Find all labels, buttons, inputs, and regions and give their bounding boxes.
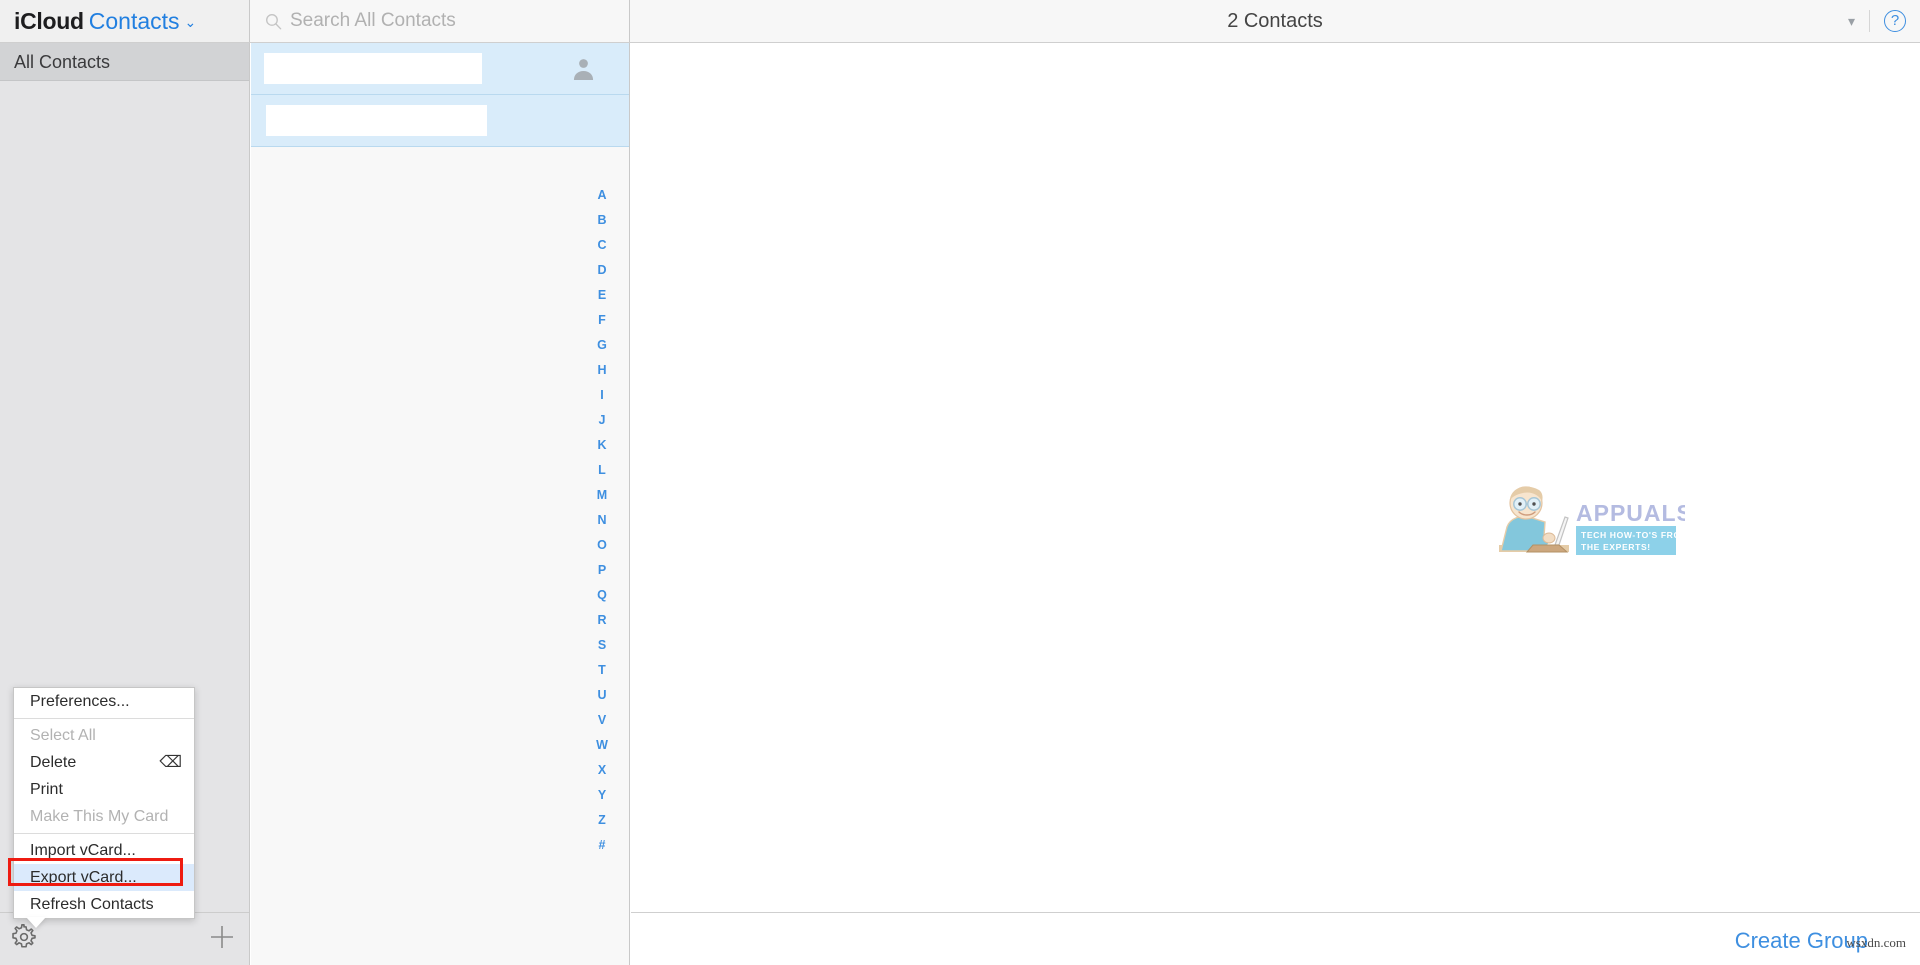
context-menu-separator — [14, 833, 194, 834]
context-menu-item-delete[interactable]: Delete ⌫ — [14, 749, 194, 776]
help-icon[interactable]: ? — [1884, 10, 1906, 32]
footer-divider — [631, 912, 1920, 913]
alphabet-index-letter[interactable]: G — [597, 333, 607, 358]
alphabet-index-letter[interactable]: C — [597, 233, 606, 258]
alphabet-index-letter[interactable]: N — [597, 508, 606, 533]
top-bar-right-controls: ▾ ? — [1834, 0, 1906, 42]
contact-name-redacted — [266, 105, 487, 136]
alphabet-index-letter[interactable]: Y — [598, 783, 606, 808]
context-menu-item-label: Make This My Card — [30, 808, 169, 825]
alphabet-index-letter[interactable]: W — [596, 733, 608, 758]
alphabet-index-letter[interactable]: V — [598, 708, 606, 733]
context-menu-item-select-all: Select All — [14, 722, 194, 749]
settings-context-menu: Preferences... Select All Delete ⌫ Print Make… — [13, 687, 195, 919]
alphabet-index[interactable]: A B C D E F G H I J K L M N O P Q R S T U V W X Y Z # — [585, 183, 619, 858]
svg-text:THE EXPERTS!: THE EXPERTS! — [1581, 542, 1651, 552]
source-watermark: wsxdn.com — [1846, 935, 1906, 950]
alphabet-index-letter[interactable]: Z — [598, 808, 606, 833]
search-input[interactable] — [290, 10, 610, 32]
sidebar-item-all-contacts[interactable]: All Contacts — [0, 43, 249, 81]
alphabet-index-letter[interactable]: L — [598, 458, 606, 483]
plus-icon[interactable] — [208, 923, 236, 951]
appuals-watermark: APPUALS TECH HOW-TO'S FROM THE EXPERTS! — [1499, 486, 1685, 555]
icloud-contacts-window: iCloudContacts ⌄ 2 Contacts ▾ ? All Conta… — [0, 0, 1920, 965]
alphabet-index-letter[interactable]: E — [598, 283, 606, 308]
contacts-list-column: A B C D E F G H I J K L M N O P Q R S T U V W X Y Z # — [251, 43, 630, 965]
alphabet-index-letter[interactable]: # — [599, 833, 606, 858]
alphabet-index-letter[interactable]: M — [597, 483, 607, 508]
alphabet-index-letter[interactable]: B — [597, 208, 606, 233]
avatar-icon — [573, 59, 594, 80]
chevron-down-icon[interactable]: ⌄ — [185, 14, 197, 30]
context-menu-item-make-this-my-card: Make This My Card — [14, 803, 194, 830]
alphabet-index-letter[interactable]: R — [597, 608, 606, 633]
contact-detail-pane: APPUALS TECH HOW-TO'S FROM THE EXPERTS! … — [631, 43, 1920, 965]
context-menu-item-label: Delete — [30, 754, 77, 771]
search-bar[interactable] — [251, 0, 630, 42]
alphabet-index-letter[interactable]: J — [599, 408, 606, 433]
search-icon — [266, 13, 282, 29]
alphabet-index-letter[interactable]: F — [598, 308, 606, 333]
context-menu-item-label: Select All — [30, 727, 96, 744]
app-brand[interactable]: iCloud Contacts ⌄ — [14, 0, 196, 42]
contact-list-item[interactable] — [251, 95, 629, 147]
icloud-wordmark: iCloud — [14, 8, 84, 34]
context-menu-item-label: Export vCard... — [30, 869, 137, 886]
alphabet-index-letter[interactable]: K — [597, 433, 606, 458]
context-menu-item-label: Preferences... — [30, 693, 130, 710]
delete-key-icon: ⌫ — [159, 754, 182, 771]
svg-text:APPUALS: APPUALS — [1576, 500, 1685, 526]
alphabet-index-letter[interactable]: A — [597, 183, 606, 208]
context-menu-item-refresh-contacts[interactable]: Refresh Contacts — [14, 891, 194, 918]
alphabet-index-letter[interactable]: P — [598, 558, 606, 583]
toolbar-divider — [1869, 10, 1870, 32]
top-bar: iCloudContacts ⌄ 2 Contacts ▾ ? — [0, 0, 1920, 43]
alphabet-index-letter[interactable]: O — [597, 533, 607, 558]
alphabet-index-letter[interactable]: I — [600, 383, 603, 408]
context-menu-separator — [14, 718, 194, 719]
alphabet-index-letter[interactable]: U — [597, 683, 606, 708]
chevron-down-icon[interactable]: ▾ — [1834, 14, 1869, 28]
alphabet-index-letter[interactable]: X — [598, 758, 606, 783]
alphabet-index-letter[interactable]: H — [597, 358, 606, 383]
app-name-label: Contacts — [88, 8, 180, 34]
context-menu-item-print[interactable]: Print — [14, 776, 194, 803]
context-menu-item-label: Import vCard... — [30, 842, 136, 859]
sidebar-item-label: All Contacts — [14, 52, 111, 72]
contact-name-redacted — [264, 53, 482, 84]
context-menu-item-label: Print — [30, 781, 63, 798]
alphabet-index-letter[interactable]: T — [598, 658, 606, 683]
alphabet-index-letter[interactable]: D — [597, 258, 606, 283]
context-menu-tail — [26, 917, 46, 928]
context-menu-item-import-vcard[interactable]: Import vCard... — [14, 837, 194, 864]
context-menu-item-label: Refresh Contacts — [30, 896, 154, 913]
context-menu-item-preferences[interactable]: Preferences... — [14, 688, 194, 715]
alphabet-index-letter[interactable]: S — [598, 633, 606, 658]
alphabet-index-letter[interactable]: Q — [597, 583, 607, 608]
contacts-count-title: 2 Contacts — [1227, 10, 1323, 32]
context-menu-item-export-vcard[interactable]: Export vCard... — [14, 864, 194, 891]
contact-list-item[interactable] — [251, 43, 629, 95]
svg-text:TECH HOW-TO'S FROM: TECH HOW-TO'S FROM — [1581, 530, 1685, 540]
